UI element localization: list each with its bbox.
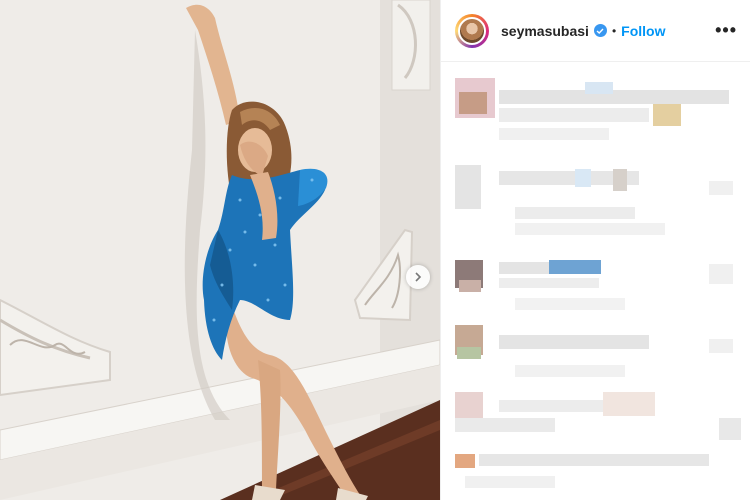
comment-3-blurred [455,260,745,320]
follow-button[interactable]: Follow [621,23,665,39]
comment-caption-blurred [455,78,745,148]
post-details-panel: seymasubasi • Follow ••• [440,0,750,500]
post-header: seymasubasi • Follow ••• [441,0,750,62]
more-options-icon[interactable]: ••• [715,20,737,41]
username-link[interactable]: seymasubasi [501,23,589,39]
separator-dot: • [611,23,617,38]
post-photo[interactable] [0,0,440,500]
comment-2-blurred [455,165,745,255]
comment-4-blurred [455,325,745,385]
next-photo-button[interactable] [406,265,430,289]
verified-badge-icon [593,24,607,37]
avatar-image [458,16,486,45]
chevron-right-icon [415,272,422,282]
comment-5-blurred [455,392,745,492]
avatar[interactable] [455,13,489,48]
photo-illustration [0,0,440,500]
